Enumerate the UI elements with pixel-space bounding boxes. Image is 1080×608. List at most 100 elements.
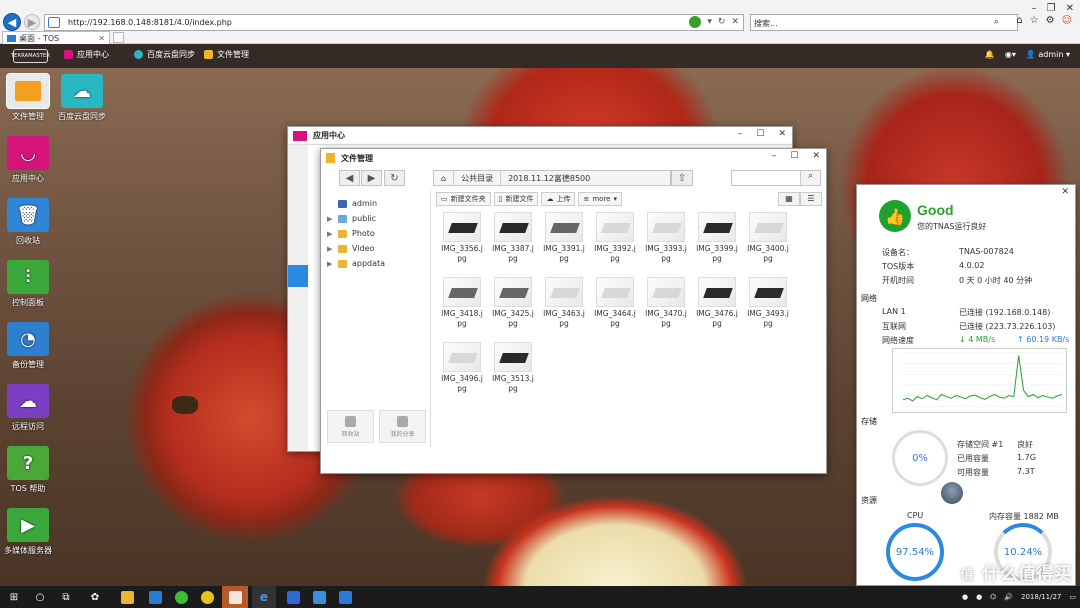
dropdown-icon[interactable]: ▾ [707, 17, 712, 27]
file-item[interactable]: IMG_3391.j pg [540, 212, 588, 264]
recycle-bin-button[interactable]: 回收站 [327, 410, 374, 443]
globe-icon[interactable]: ◉▾ [1005, 50, 1016, 59]
forward-button[interactable]: ▶ [361, 170, 382, 186]
download-taskbar-icon[interactable] [282, 586, 304, 608]
settings-icon[interactable]: ⚙ [1046, 15, 1055, 26]
file-item[interactable]: IMG_3470.j pg [642, 277, 690, 329]
desktop-icon-media-server[interactable]: ▶ 多媒体服务器 [4, 508, 52, 556]
list-view-icon[interactable]: ☰ [800, 192, 822, 206]
refresh-icon[interactable]: ↻ [718, 17, 726, 27]
expand-icon[interactable]: ▶ [327, 230, 333, 238]
file-item[interactable]: IMG_3400.j pg [744, 212, 792, 264]
file-item[interactable]: IMG_3476.j pg [693, 277, 741, 329]
desktop-icon-recycle-bin[interactable]: 🗑 回收站 [4, 198, 52, 246]
breadcrumb-item[interactable]: 公共目录 [454, 171, 502, 185]
app3-taskbar-icon[interactable] [334, 586, 356, 608]
minimize-icon[interactable]: – [1032, 3, 1037, 14]
upload-arrow-button[interactable]: ⇧ [671, 170, 693, 186]
app-center-titlebar[interactable]: 应用中心 – ☐ ✕ [288, 127, 792, 145]
home-icon[interactable]: ⌂ [434, 171, 455, 185]
minimize-icon[interactable]: – [738, 129, 743, 139]
clock[interactable]: 2018/11/27 [1021, 593, 1061, 602]
new-folder-button[interactable]: ▭ 新建文件夹 [436, 192, 491, 206]
file-item[interactable]: IMG_3425.j pg [489, 277, 537, 329]
desktop-icon-app-center[interactable]: ◡ 应用中心 [4, 136, 52, 184]
file-item[interactable]: IMG_3496.j pg [438, 342, 486, 394]
desktop-icon-control-panel[interactable]: ⫶ 控制面板 [4, 260, 52, 308]
volume-icon[interactable]: 🔊 [1004, 593, 1013, 601]
desktop-icon-backup[interactable]: ◔ 备份管理 [4, 322, 52, 370]
compat-icon[interactable] [689, 16, 702, 28]
file-manager-titlebar[interactable]: 文件管理 – ☐ ✕ [321, 149, 826, 167]
file-item[interactable]: IMG_3493.j pg [744, 277, 792, 329]
app-center-active-item[interactable] [288, 265, 308, 287]
desktop-icon-file-manager[interactable]: 文件管理 [4, 73, 52, 122]
file-item[interactable]: IMG_3356.j pg [438, 212, 486, 264]
more-button[interactable]: ≡ more ▾ [578, 192, 623, 206]
user-menu[interactable]: 👤 admin ▾ [1026, 50, 1070, 59]
network-icon[interactable]: ⌬ [990, 593, 996, 601]
pinwheel-app-icon[interactable]: ✿ [84, 586, 106, 608]
tree-item-photo[interactable]: ▶ Photo [327, 229, 375, 238]
cortana-icon[interactable]: ○ [30, 586, 50, 608]
tree-item-appdata[interactable]: ▶ appdata [327, 259, 385, 268]
file-item[interactable]: IMG_3513.j pg [489, 342, 537, 394]
minimize-icon[interactable]: – [772, 151, 777, 161]
file-item[interactable]: IMG_3393.j pg [642, 212, 690, 264]
tree-item-admin[interactable]: admin [327, 199, 377, 208]
tree-item-public[interactable]: ▶ public [327, 214, 376, 223]
new-file-button[interactable]: ▯ 新建文件 [493, 192, 539, 206]
restore-icon[interactable]: ❐ [1047, 3, 1056, 14]
tray-icon[interactable]: ● [962, 593, 968, 601]
file-search-input[interactable]: ⌕ [731, 170, 821, 186]
active-app-taskbar-icon[interactable] [222, 586, 248, 608]
file-item[interactable]: IMG_3387.j pg [489, 212, 537, 264]
desktop-icon-help[interactable]: ? TOS 帮助 [4, 446, 52, 494]
desktop-icon-remote-access[interactable]: ☁ 远程访问 [4, 384, 52, 432]
close-icon[interactable]: ✕ [1066, 3, 1074, 14]
forward-button[interactable]: ▶ [24, 14, 40, 30]
file-item[interactable]: IMG_3392.j pg [591, 212, 639, 264]
grid-view-icon[interactable]: ▦ [778, 192, 800, 206]
start-icon[interactable]: ⊞ [4, 586, 24, 608]
close-icon[interactable]: ✕ [812, 151, 820, 161]
expand-icon[interactable]: ▶ [327, 245, 333, 253]
smiley-icon[interactable]: ☺ [1062, 15, 1072, 26]
home-icon[interactable]: ⌂ [1016, 15, 1022, 26]
close-icon[interactable]: ✕ [778, 129, 786, 139]
tray-icon[interactable]: ● [976, 593, 982, 601]
browser-taskbar-icon[interactable] [196, 586, 218, 608]
app2-taskbar-icon[interactable] [308, 586, 330, 608]
stop-icon[interactable]: ✕ [731, 17, 739, 27]
notifications-icon[interactable]: ▭ [1069, 593, 1076, 601]
upload-button[interactable]: ☁ 上传 [541, 192, 576, 206]
tab-close-icon[interactable]: ✕ [98, 34, 105, 43]
expand-icon[interactable]: ▶ [327, 215, 333, 223]
tos-tab-file-manager[interactable]: 文件管理 [204, 49, 249, 60]
tos-tab-app-center[interactable]: 应用中心 [64, 49, 109, 60]
maximize-icon[interactable]: ☐ [790, 151, 798, 161]
refresh-button[interactable]: ↻ [384, 170, 405, 186]
expand-icon[interactable]: ▶ [327, 260, 333, 268]
tos-tab-baidu[interactable]: 百度云盘同步 [134, 49, 195, 60]
browser-tab[interactable]: 桌面 - TOS ✕ [2, 31, 110, 44]
explorer-taskbar-icon[interactable] [116, 586, 138, 608]
file-item[interactable]: IMG_3463.j pg [540, 277, 588, 329]
my-share-button[interactable]: 我的分享 [379, 410, 426, 443]
desktop-icon-baidu[interactable]: ☁ 百度云盘同步 [58, 74, 106, 122]
search-input[interactable]: 搜索... ⌕ [750, 14, 1018, 31]
search-icon[interactable]: ⌕ [994, 17, 999, 27]
app-taskbar-icon[interactable] [144, 586, 166, 608]
file-item[interactable]: IMG_3418.j pg [438, 277, 486, 329]
favorites-icon[interactable]: ☆ [1030, 15, 1039, 26]
ie-taskbar-icon[interactable]: e [252, 586, 276, 608]
address-bar[interactable]: http://192.168.0.148:8181/4.0/index.php … [44, 14, 744, 31]
wechat-icon[interactable] [170, 586, 192, 608]
back-button[interactable]: ◀ [339, 170, 360, 186]
file-item[interactable]: IMG_3399.j pg [693, 212, 741, 264]
avatar[interactable] [939, 480, 965, 506]
back-button[interactable]: ◀ [3, 13, 21, 31]
close-icon[interactable]: ✕ [1061, 187, 1069, 197]
task-view-icon[interactable]: ⧉ [56, 586, 76, 608]
breadcrumb-item[interactable]: 2018.11.12富德8500 [501, 171, 597, 185]
